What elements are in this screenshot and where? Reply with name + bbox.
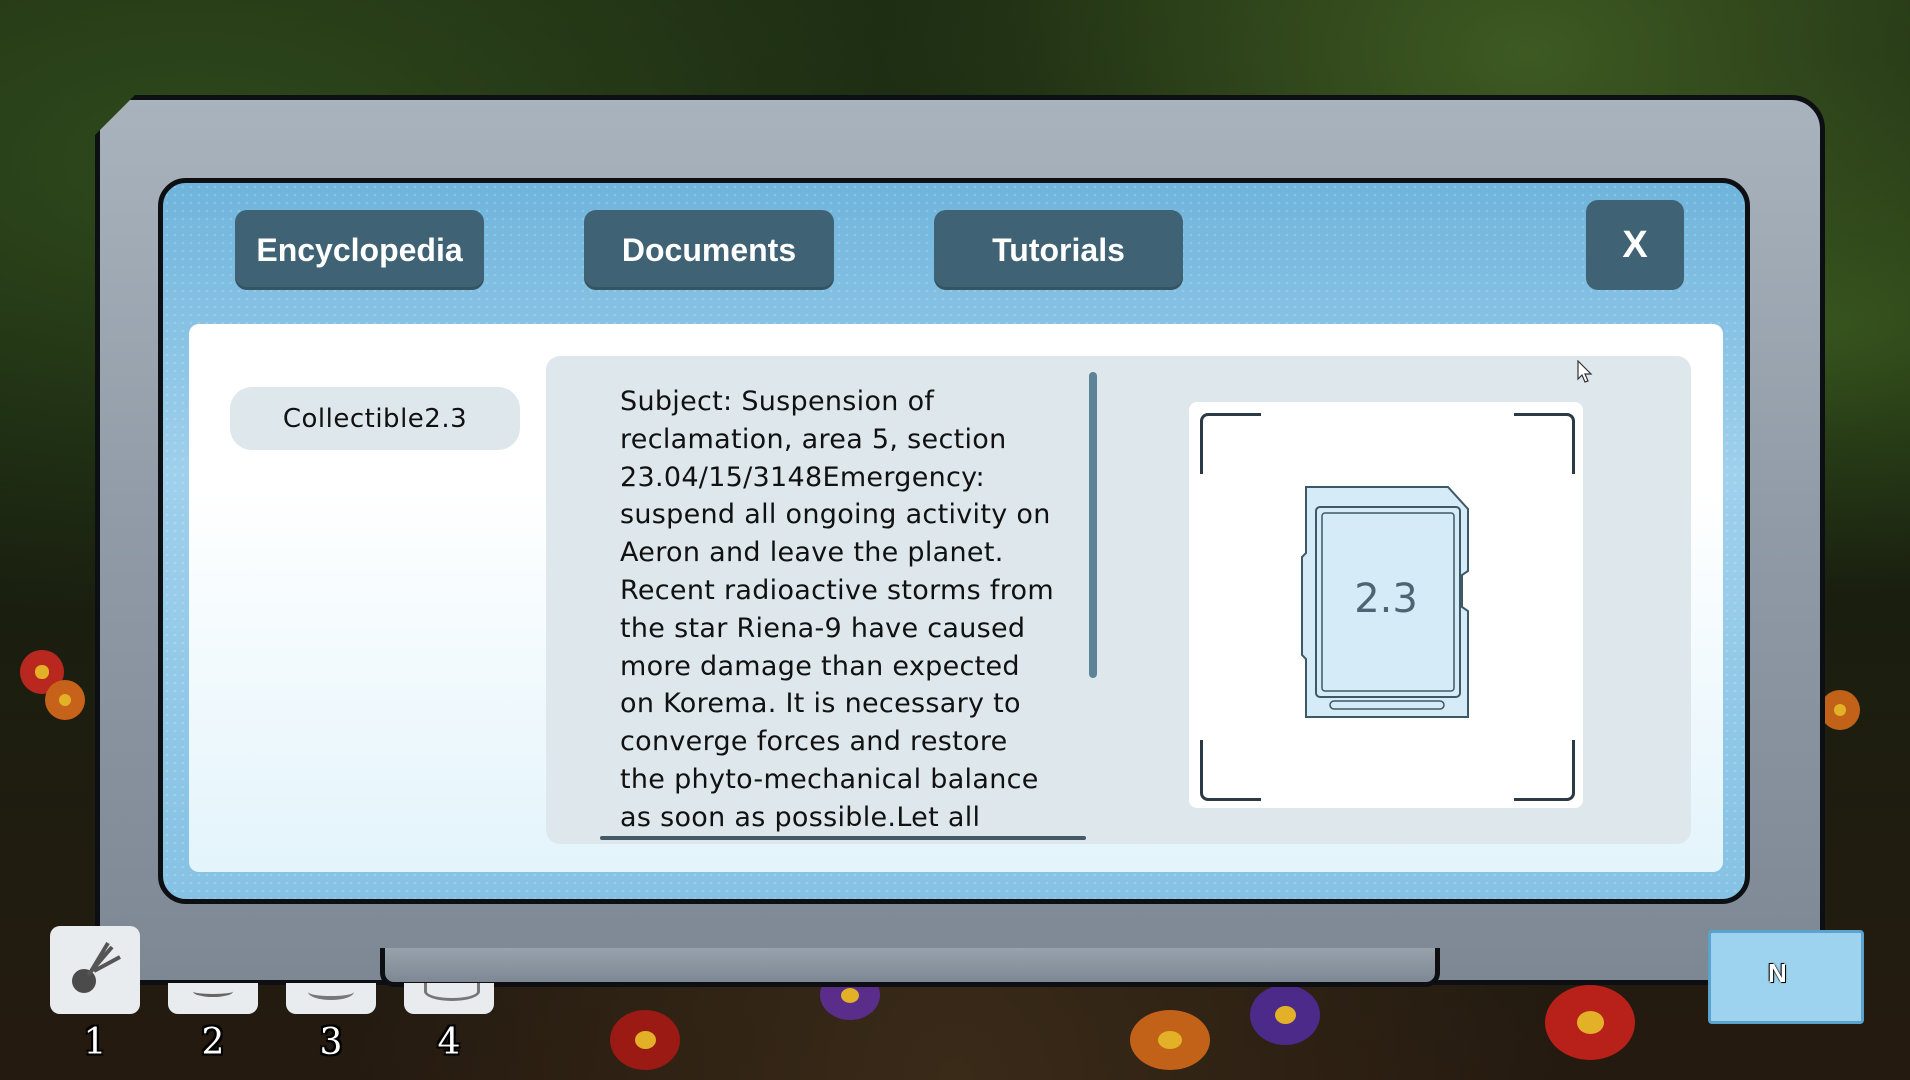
document-scroll-area[interactable]: Subject: Suspension of reclamation, area… [620, 383, 1060, 835]
tab-tutorials[interactable]: Tutorials [934, 210, 1183, 290]
flower-decoration [610, 1010, 680, 1070]
list-item-collectible[interactable]: Collectible2.3 [230, 387, 520, 450]
preview-corner [1514, 413, 1575, 474]
tool-icon [193, 986, 233, 997]
hotbar-slot-1[interactable] [50, 926, 140, 1014]
close-button[interactable]: X [1586, 200, 1684, 290]
plant-tool-icon [72, 941, 121, 993]
frame-bottom-tab [380, 948, 1440, 987]
document-scrollbar[interactable] [1089, 372, 1097, 678]
preview-corner [1200, 740, 1261, 801]
flower-decoration [45, 680, 85, 720]
preview-corner [1200, 413, 1261, 474]
rock-icon [424, 983, 480, 1001]
flower-decoration [1820, 690, 1860, 730]
mouse-cursor-icon [1577, 360, 1593, 383]
document-text: Subject: Suspension of reclamation, area… [620, 386, 1054, 833]
flower-decoration [1545, 985, 1635, 1060]
sd-card-label: 2.3 [1354, 576, 1418, 622]
hotbar-slot-number: 4 [437, 1022, 461, 1063]
tool-icon [308, 984, 354, 1000]
document-divider [600, 836, 1086, 840]
compass-north-label: N [1768, 958, 1787, 988]
tab-documents[interactable]: Documents [584, 210, 834, 290]
hotbar-slot-number: 2 [201, 1022, 225, 1063]
flower-decoration [1250, 985, 1320, 1045]
hotbar-slot-number: 3 [319, 1022, 343, 1063]
preview-corner [1514, 740, 1575, 801]
hotbar-slot-number: 1 [83, 1022, 107, 1063]
flower-decoration [1130, 1010, 1210, 1070]
tab-encyclopedia[interactable]: Encyclopedia [235, 210, 484, 290]
